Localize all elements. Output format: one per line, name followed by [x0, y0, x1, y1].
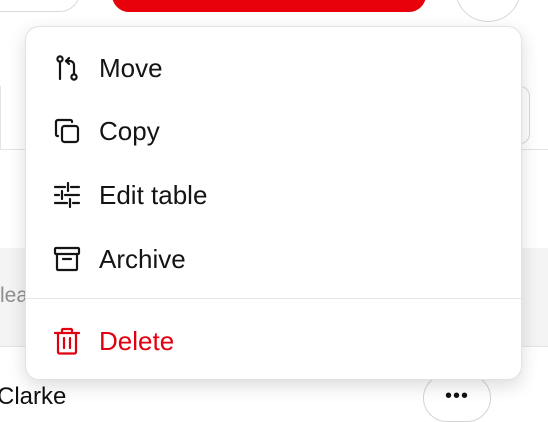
menu-item-edit-table[interactable]: Edit table [26, 168, 521, 222]
menu-item-label: Delete [99, 326, 175, 356]
menu-item-copy[interactable]: Copy [26, 104, 521, 158]
row-more-button[interactable]: ••• [423, 374, 491, 422]
top-right-circle-button[interactable] [455, 0, 521, 22]
context-menu: Move Copy Edit table Archive Delete [25, 26, 522, 380]
menu-item-delete[interactable]: Delete [26, 314, 521, 368]
more-icon: ••• [444, 385, 469, 407]
top-left-button[interactable] [0, 0, 80, 12]
menu-item-label: Move [99, 53, 163, 83]
menu-divider [26, 298, 521, 299]
copy-icon [53, 117, 81, 145]
divider [0, 86, 1, 150]
trash-icon [53, 327, 81, 355]
table-header-cell: lea [0, 284, 29, 307]
table-cell-name: Clarke [0, 383, 67, 410]
git-move-icon [53, 54, 81, 82]
menu-item-label: Edit table [99, 180, 208, 210]
primary-action-button[interactable] [112, 0, 426, 12]
menu-item-archive[interactable]: Archive [26, 232, 521, 286]
sliders-icon [53, 181, 81, 209]
menu-item-label: Copy [99, 116, 160, 146]
archive-icon [53, 245, 81, 273]
menu-item-label: Archive [99, 244, 186, 274]
menu-item-move[interactable]: Move [26, 41, 521, 95]
